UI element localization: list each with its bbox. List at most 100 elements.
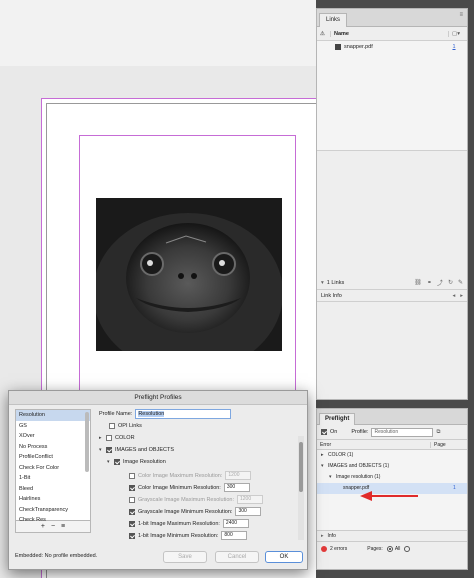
preflight-on-checkbox[interactable]: [321, 429, 327, 435]
profile-select-value: Resolution: [374, 428, 399, 435]
collapse-arrow-icon[interactable]: ▾: [329, 472, 336, 483]
profile-name-input[interactable]: Resolution: [135, 409, 232, 419]
collapse-arrow-icon[interactable]: ▾: [321, 461, 328, 472]
preflight-panel: Preflight On Profile: Resolution ⧉ Error…: [316, 408, 468, 570]
page-column-icon[interactable]: ▢▾: [448, 30, 464, 37]
color-min-option[interactable]: Color Image Minimum Resolution: 300: [129, 483, 250, 492]
gray-max-checkbox[interactable]: [129, 496, 135, 503]
images-objects-checkbox[interactable]: [106, 447, 112, 453]
expand-arrow-icon[interactable]: ▸: [99, 435, 106, 441]
ok-button[interactable]: OK: [265, 551, 303, 563]
profile-select[interactable]: Resolution: [371, 427, 434, 437]
profile-item[interactable]: CheckTransparency: [16, 505, 90, 516]
chevron-down-icon[interactable]: ▾: [321, 280, 324, 286]
profile-item[interactable]: Check For Color: [16, 463, 90, 474]
pasteboard: [0, 0, 316, 66]
gray-min-input[interactable]: 300: [235, 507, 262, 516]
info-section[interactable]: ▸ Info: [317, 530, 467, 541]
add-profile-button[interactable]: +: [41, 523, 45, 530]
tree-item-images-objects[interactable]: ▾ IMAGES and OBJECTS (1): [317, 461, 467, 472]
gray-min-checkbox[interactable]: [129, 508, 135, 515]
tab-preflight[interactable]: Preflight: [319, 413, 356, 425]
image-resolution-option[interactable]: ▾ Image Resolution: [107, 459, 166, 465]
profile-item[interactable]: GS: [16, 421, 90, 432]
links-panel: Links ≡ ⚠ Name ▢▾ snapper.pdf 1 ▾ 1 Link…: [316, 8, 468, 400]
page-column-header[interactable]: Page: [430, 441, 464, 448]
next-link-icon[interactable]: ▸: [460, 293, 463, 299]
profile-item[interactable]: Resolution: [16, 410, 90, 421]
profile-item[interactable]: XOver: [16, 431, 90, 442]
options-scroll-thumb[interactable]: [299, 442, 303, 492]
error-count: 2 errors: [330, 545, 348, 552]
opi-links-checkbox[interactable]: [109, 423, 115, 429]
color-min-checkbox[interactable]: [129, 484, 135, 491]
color-max-checkbox[interactable]: [129, 472, 135, 479]
profiles-list[interactable]: Resolution GS XOver No Process ProfileCo…: [15, 409, 91, 523]
bit-max-option[interactable]: 1-bit Image Maximum Resolution: 2400: [129, 519, 249, 528]
previous-link-icon[interactable]: ◂: [452, 293, 455, 299]
error-column-header[interactable]: Error: [320, 442, 430, 448]
save-button[interactable]: Save: [163, 551, 207, 563]
link-info-bar[interactable]: Link Info ◂ ▸: [317, 290, 467, 302]
profile-item[interactable]: ProfileConflict: [16, 452, 90, 463]
go-to-link-icon[interactable]: ⤴: [437, 278, 443, 287]
profile-menu-button[interactable]: ≡: [61, 523, 65, 530]
gray-min-option[interactable]: Grayscale Image Minimum Resolution: 300: [129, 507, 262, 516]
bit-min-checkbox[interactable]: [129, 532, 135, 539]
color-checkbox[interactable]: [106, 435, 112, 441]
collapse-arrow-icon[interactable]: ▾: [99, 447, 106, 453]
tab-links[interactable]: Links: [319, 13, 348, 27]
links-footer: ▾ 1 Links ⛓ ⚭ ⤴ ↻ ✎: [317, 276, 467, 290]
profile-item[interactable]: 1-Bit: [16, 473, 90, 484]
links-empty-space: [317, 151, 467, 276]
panel-menu-icon[interactable]: ≡: [459, 12, 463, 18]
images-objects-category[interactable]: ▾ IMAGES and OBJECTS: [99, 447, 174, 453]
options-scrollbar[interactable]: [298, 436, 304, 540]
color-max-input[interactable]: 1200: [225, 471, 252, 480]
chevron-right-icon[interactable]: ▸: [321, 533, 324, 539]
info-label: Info: [327, 533, 336, 539]
relink-from-cc-icon[interactable]: ⛓: [414, 279, 422, 286]
expand-arrow-icon[interactable]: ▸: [321, 450, 328, 461]
links-list: snapper.pdf 1: [317, 41, 467, 151]
bit-max-checkbox[interactable]: [129, 520, 135, 527]
color-label: COLOR: [115, 435, 135, 441]
image-resolution-checkbox[interactable]: [114, 459, 120, 465]
color-max-label: Color Image Maximum Resolution:: [138, 472, 223, 479]
images-objects-label: IMAGES and OBJECTS: [115, 447, 174, 453]
error-status-icon: [321, 545, 327, 552]
profile-list-buttons: + − ≡: [15, 521, 91, 533]
bit-max-input[interactable]: 2400: [222, 519, 249, 528]
embed-profile-icon[interactable]: ⧉: [436, 429, 440, 436]
color-category[interactable]: ▸ COLOR: [99, 435, 135, 441]
update-link-icon[interactable]: ↻: [448, 279, 453, 286]
name-column-header[interactable]: Name: [330, 30, 448, 37]
profile-item[interactable]: No Process: [16, 442, 90, 453]
color-max-option[interactable]: Color Image Maximum Resolution: 1200: [129, 471, 252, 480]
collapse-arrow-icon[interactable]: ▾: [107, 459, 114, 465]
gray-max-input[interactable]: 1200: [236, 495, 263, 504]
tree-item-color[interactable]: ▸ COLOR (1): [317, 450, 467, 461]
opi-links-option[interactable]: OPI Links: [109, 423, 142, 429]
color-min-input[interactable]: 300: [223, 483, 250, 492]
profiles-scrollbar[interactable]: [85, 412, 89, 472]
link-row[interactable]: snapper.pdf 1: [317, 41, 467, 53]
link-page-number[interactable]: 1: [441, 44, 467, 50]
tree-item-image-resolution[interactable]: ▾ Image resolution (1): [317, 472, 467, 483]
turtle-photo[interactable]: [96, 198, 282, 351]
profile-name-label: Profile Name:: [99, 411, 133, 417]
edit-original-icon[interactable]: ✎: [458, 279, 463, 286]
bit-min-input[interactable]: 800: [221, 531, 248, 540]
bit-min-option[interactable]: 1-bit Image Minimum Resolution: 800: [129, 531, 248, 540]
opi-links-label: OPI Links: [118, 423, 142, 429]
remove-profile-button[interactable]: −: [51, 523, 55, 530]
cancel-button[interactable]: Cancel: [215, 551, 259, 563]
pages-range-radio[interactable]: [404, 545, 411, 552]
error-list-header: Error Page: [317, 439, 467, 450]
pages-all-radio[interactable]: [386, 545, 393, 552]
gray-max-option[interactable]: Grayscale Image Maximum Resolution: 1200: [129, 495, 263, 504]
profile-item[interactable]: Bleed: [16, 484, 90, 495]
relink-icon[interactable]: ⚭: [427, 279, 432, 286]
profile-item[interactable]: Hairlines: [16, 494, 90, 505]
link-filename: snapper.pdf: [344, 44, 373, 50]
